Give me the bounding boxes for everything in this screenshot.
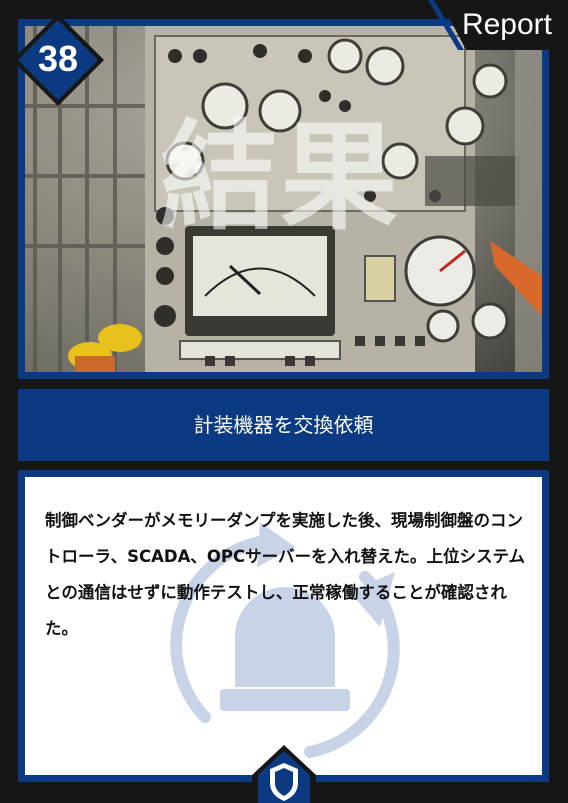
card-number-badge: 38 (12, 14, 104, 106)
card-description: 制御ベンダーがメモリーダンプを実施した後、現場制御盤のコントローラ、SCADA、… (45, 511, 525, 638)
category-tab: Report (418, 0, 568, 50)
photo-overlay-text: 結果 (160, 108, 401, 246)
card-title: 計装機器を交換依頼 (193, 413, 374, 437)
shield-icon (252, 745, 316, 803)
card-number: 38 (37, 38, 79, 79)
category-label: Report (461, 8, 552, 41)
description-frame: 制御ベンダーがメモリーダンプを実施した後、現場制御盤のコントローラ、SCADA、… (18, 470, 549, 782)
description-panel: 制御ベンダーがメモリーダンプを実施した後、現場制御盤のコントローラ、SCADA、… (25, 477, 542, 775)
report-card: 結果 Report 38 計装機器を交換依頼 制御ベンダーがメモリーダンプを実施… (0, 0, 568, 803)
title-band: 計装機器を交換依頼 (18, 389, 549, 461)
